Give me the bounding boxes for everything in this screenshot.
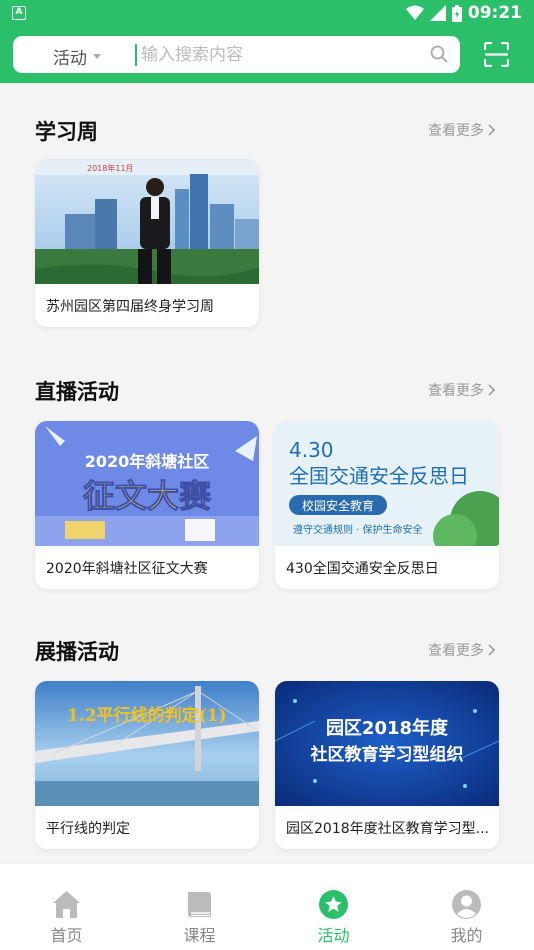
card-title: 2020年斜塘社区征文大赛 [46,561,208,577]
nav-label: 首页 [50,926,83,945]
activity-card[interactable]: 4.30 全国交通安全反思日 校园安全教育 遵守交通规则 · 保护生命安全 43… [275,421,499,589]
section-title: 展播活动 [35,640,119,664]
chevron-right-icon [488,644,496,656]
card-image-text: 全国交通安全反思日 [289,464,469,488]
star-icon [319,890,348,919]
app-notification-icon: A [12,6,26,20]
chevron-right-icon [488,384,496,396]
card-image-text: 社区教育学习型组织 [310,744,464,765]
card-image: 2020年斜塘社区 征文大赛 [35,421,259,546]
section-title: 学习周 [35,120,98,144]
activity-card[interactable]: 2018年11月 苏州园区第四届终身学习周 [35,159,259,327]
search-bar: 活动 [13,36,460,73]
card-image-text: 4.30 [289,438,334,462]
see-more-link[interactable]: 查看更多 [428,120,496,140]
see-more-label: 查看更多 [428,643,484,659]
card-image-text: 园区2018年度 [326,717,449,739]
card-title: 园区2018年度社区教育学习型... [286,821,489,837]
nav-label: 活动 [317,926,350,945]
card-image: 4.30 全国交通安全反思日 校园安全教育 遵守交通规则 · 保护生命安全 [275,421,499,546]
search-category-dropdown[interactable]: 活动 [53,44,101,69]
battery-icon [451,4,462,22]
card-image-text: 征文大赛 [83,477,212,515]
scan-icon[interactable] [484,42,509,67]
search-icon[interactable] [430,45,448,63]
header: A 09:21 活动 [0,0,534,83]
card-image: 2018年11月 [35,159,259,284]
nav-home[interactable]: 首页 [0,864,133,950]
nav-label: 我的 [450,926,483,945]
section-title: 直播活动 [35,380,119,404]
card-image-text: 2018年11月 [87,163,134,173]
see-more-link[interactable]: 查看更多 [428,380,496,400]
nav-label: 课程 [183,926,216,945]
card-image: 1.2平行线的判定(1) [35,681,259,806]
card-title: 苏州园区第四届终身学习周 [46,299,214,315]
section-broadcast-activities: 展播活动 查看更多 1.2平行线的判定(1) 平行线的判定 园区2018年度 社… [0,603,534,863]
home-icon [53,891,80,918]
search-cursor [135,44,137,66]
nav-profile[interactable]: 我的 [400,864,533,950]
see-more-label: 查看更多 [428,383,484,399]
section-live-activities: 直播活动 查看更多 2020年斜塘社区 征文大赛 2020年斜塘社区征文大赛 4… [0,343,534,603]
card-image-text: 遵守交通规则 · 保护生命安全 [293,523,423,536]
card-image: 园区2018年度 社区教育学习型组织 [275,681,499,806]
caret-down-icon [93,54,101,59]
see-more-label: 查看更多 [428,123,484,139]
activity-card[interactable]: 园区2018年度 社区教育学习型组织 园区2018年度社区教育学习型... [275,681,499,849]
signal-icon [429,5,446,21]
search-category-label: 活动 [53,49,87,69]
clock: 09:21 [467,3,522,23]
activity-card[interactable]: 2020年斜塘社区 征文大赛 2020年斜塘社区征文大赛 [35,421,259,589]
activity-card[interactable]: 1.2平行线的判定(1) 平行线的判定 [35,681,259,849]
section-learning-week: 学习周 查看更多 2018年11月 苏州园区第四届终身学习周 [0,83,534,343]
person-icon [452,890,481,919]
chevron-right-icon [488,124,496,136]
status-icons: 09:21 [405,3,522,23]
card-image-text: 校园安全教育 [302,498,374,513]
card-image-text: 1.2平行线的判定(1) [67,705,227,726]
book-icon [188,892,211,917]
search-input[interactable] [141,43,421,67]
nav-activities[interactable]: 活动 [267,864,400,950]
bottom-nav: 首页 课程 活动 我的 [0,863,534,950]
card-image-text: 2020年斜塘社区 [85,452,210,471]
card-title: 平行线的判定 [46,821,130,837]
nav-courses[interactable]: 课程 [133,864,266,950]
card-title: 430全国交通安全反思日 [286,561,439,577]
status-bar: A 09:21 [0,0,534,28]
wifi-icon [405,5,424,20]
see-more-link[interactable]: 查看更多 [428,640,496,660]
